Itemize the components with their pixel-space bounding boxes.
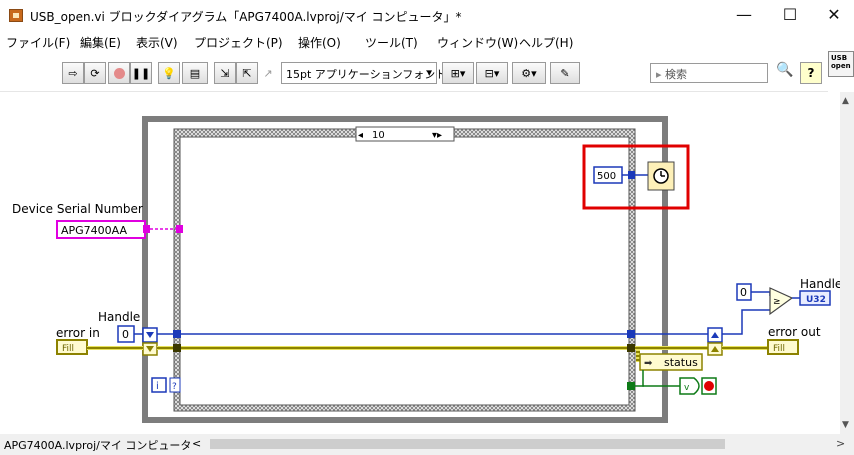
window-title: USB_open.vi ブロックダイアグラム「APG7400A.lvproj/マ…: [30, 10, 462, 24]
close-button[interactable]: ✕: [812, 3, 854, 27]
menu-view[interactable]: 表示(V): [136, 34, 178, 51]
case-structure-interior: [179, 136, 630, 406]
iteration-terminal: i ?: [151, 377, 181, 393]
case-selector-terminal: ?: [172, 382, 177, 392]
block-diagram[interactable]: ◂ 10 ▾▸ 500 APG7400AA 0 Fill ➡ status v …: [0, 92, 840, 434]
case-selector[interactable]: ◂ 10 ▾▸: [355, 126, 455, 142]
iteration-label: i: [156, 381, 159, 392]
clean-diagram-icon[interactable]: ✎: [550, 62, 580, 84]
diagram-canvas: ◂ 10 ▾▸ 500 APG7400AA 0 Fill ➡ status v …: [56, 116, 831, 423]
search-icon[interactable]: 🔍: [774, 62, 796, 84]
pause-icon[interactable]: ❚❚: [130, 62, 152, 84]
error-out-label: error out: [768, 325, 821, 339]
error-in-tag: Fill: [62, 344, 74, 354]
stop-terminal[interactable]: [701, 377, 717, 395]
scroll-up-icon[interactable]: ▲: [842, 96, 849, 106]
search-placeholder: 検索: [665, 68, 688, 81]
step-over-icon[interactable]: ⇱: [236, 62, 258, 84]
svg-text:≥: ≥: [773, 297, 781, 307]
scroll-left-icon[interactable]: <: [192, 437, 201, 450]
menu-tools[interactable]: ツール(T): [365, 34, 418, 51]
svg-text:v: v: [684, 383, 690, 393]
menu-file[interactable]: ファイル(F): [6, 34, 70, 51]
maximize-button[interactable]: ☐: [768, 3, 812, 27]
error-in-cluster[interactable]: Fill: [56, 339, 88, 355]
handle-out-indicator[interactable]: U32: [799, 290, 831, 306]
title-bar: USB_open.vi ブロックダイアグラム「APG7400A.lvproj/マ…: [0, 0, 854, 30]
error-out-cluster[interactable]: Fill: [767, 339, 799, 355]
svg-text:➡: ➡: [644, 358, 653, 369]
svg-text:▾▸: ▾▸: [432, 130, 442, 141]
status-bar: APG7400A.lvproj/マイ コンピュータ < >: [0, 434, 854, 455]
font-dropdown-value: 15pt アプリケーションフォント: [286, 68, 447, 81]
vi-icon-line2: open: [831, 62, 851, 70]
unbundle-status[interactable]: ➡ status: [639, 353, 703, 371]
horizontal-scroll-thumb[interactable]: [210, 439, 725, 449]
minimize-button[interactable]: —: [722, 3, 766, 27]
scroll-right-icon[interactable]: >: [836, 437, 845, 450]
case-selector-value: 10: [372, 130, 385, 141]
select-function[interactable]: ≥: [769, 287, 794, 316]
vi-icon-line1: USB: [831, 54, 848, 62]
highlight-execution-icon[interactable]: 💡: [158, 62, 180, 84]
menu-edit[interactable]: 編集(E): [80, 34, 121, 51]
error-in-label: error in: [56, 326, 100, 340]
project-path: APG7400A.lvproj/マイ コンピュータ: [4, 439, 192, 452]
menu-operate[interactable]: 操作(O): [298, 34, 341, 51]
vi-connector-icon[interactable]: USB open: [828, 51, 854, 77]
abort-icon[interactable]: [108, 62, 130, 84]
run-continuous-icon[interactable]: ⟳: [84, 62, 106, 84]
step-out-icon[interactable]: ↗: [258, 62, 278, 84]
handle-in-label: Handle: [98, 310, 141, 324]
distribute-objects-icon[interactable]: ⊟▾: [476, 62, 508, 84]
menu-project[interactable]: プロジェクト(P): [194, 34, 283, 51]
step-into-icon[interactable]: ⇲: [214, 62, 236, 84]
or-function[interactable]: v: [679, 377, 700, 395]
device-serial-value: APG7400AA: [61, 224, 128, 237]
run-arrow-icon[interactable]: ⇨: [62, 62, 84, 84]
wait-ms-constant[interactable]: 500: [593, 166, 623, 184]
scroll-down-icon[interactable]: ▼: [842, 420, 849, 430]
handle-out-constant[interactable]: 0: [736, 283, 752, 301]
wait-ms-value: 500: [597, 171, 616, 182]
vertical-scrollbar[interactable]: ▲ ▼: [840, 92, 854, 434]
handle-out-type: U32: [806, 295, 826, 305]
align-objects-icon[interactable]: ⊞▾: [442, 62, 474, 84]
context-help-button[interactable]: ?: [800, 62, 822, 84]
unbundle-status-label: status: [664, 356, 698, 369]
handle-out-label: Handle: [800, 277, 840, 291]
retain-wire-values-icon[interactable]: ▤: [182, 62, 208, 84]
handle-in-value: 0: [122, 328, 129, 341]
wait-ms-function[interactable]: [647, 161, 675, 191]
reorder-icon[interactable]: ⚙▾: [512, 62, 546, 84]
chevron-down-icon: ▾: [426, 66, 432, 79]
menu-bar: ファイル(F) 編集(E) 表示(V) プロジェクト(P) 操作(O) ツール(…: [0, 30, 854, 52]
menu-window[interactable]: ウィンドウ(W): [437, 34, 518, 51]
svg-text:◂: ◂: [358, 130, 363, 141]
search-input[interactable]: ▸ 検索: [650, 63, 768, 83]
labview-vi-icon: [9, 9, 23, 22]
toolbar: ⇨ ⟳ ❚❚ 💡 ▤ ⇲ ⇱ ↗ 15pt アプリケーションフォント ▾ ⊞▾ …: [0, 52, 828, 92]
font-dropdown[interactable]: 15pt アプリケーションフォント ▾: [281, 62, 446, 84]
menu-help[interactable]: ヘルプ(H): [519, 34, 573, 51]
device-serial-label: Device Serial Number: [12, 202, 143, 216]
device-serial-control[interactable]: APG7400AA: [56, 220, 146, 239]
handle-out-const-value: 0: [740, 286, 747, 299]
error-out-tag: Fill: [773, 344, 785, 354]
handle-in-constant[interactable]: 0: [117, 325, 135, 343]
